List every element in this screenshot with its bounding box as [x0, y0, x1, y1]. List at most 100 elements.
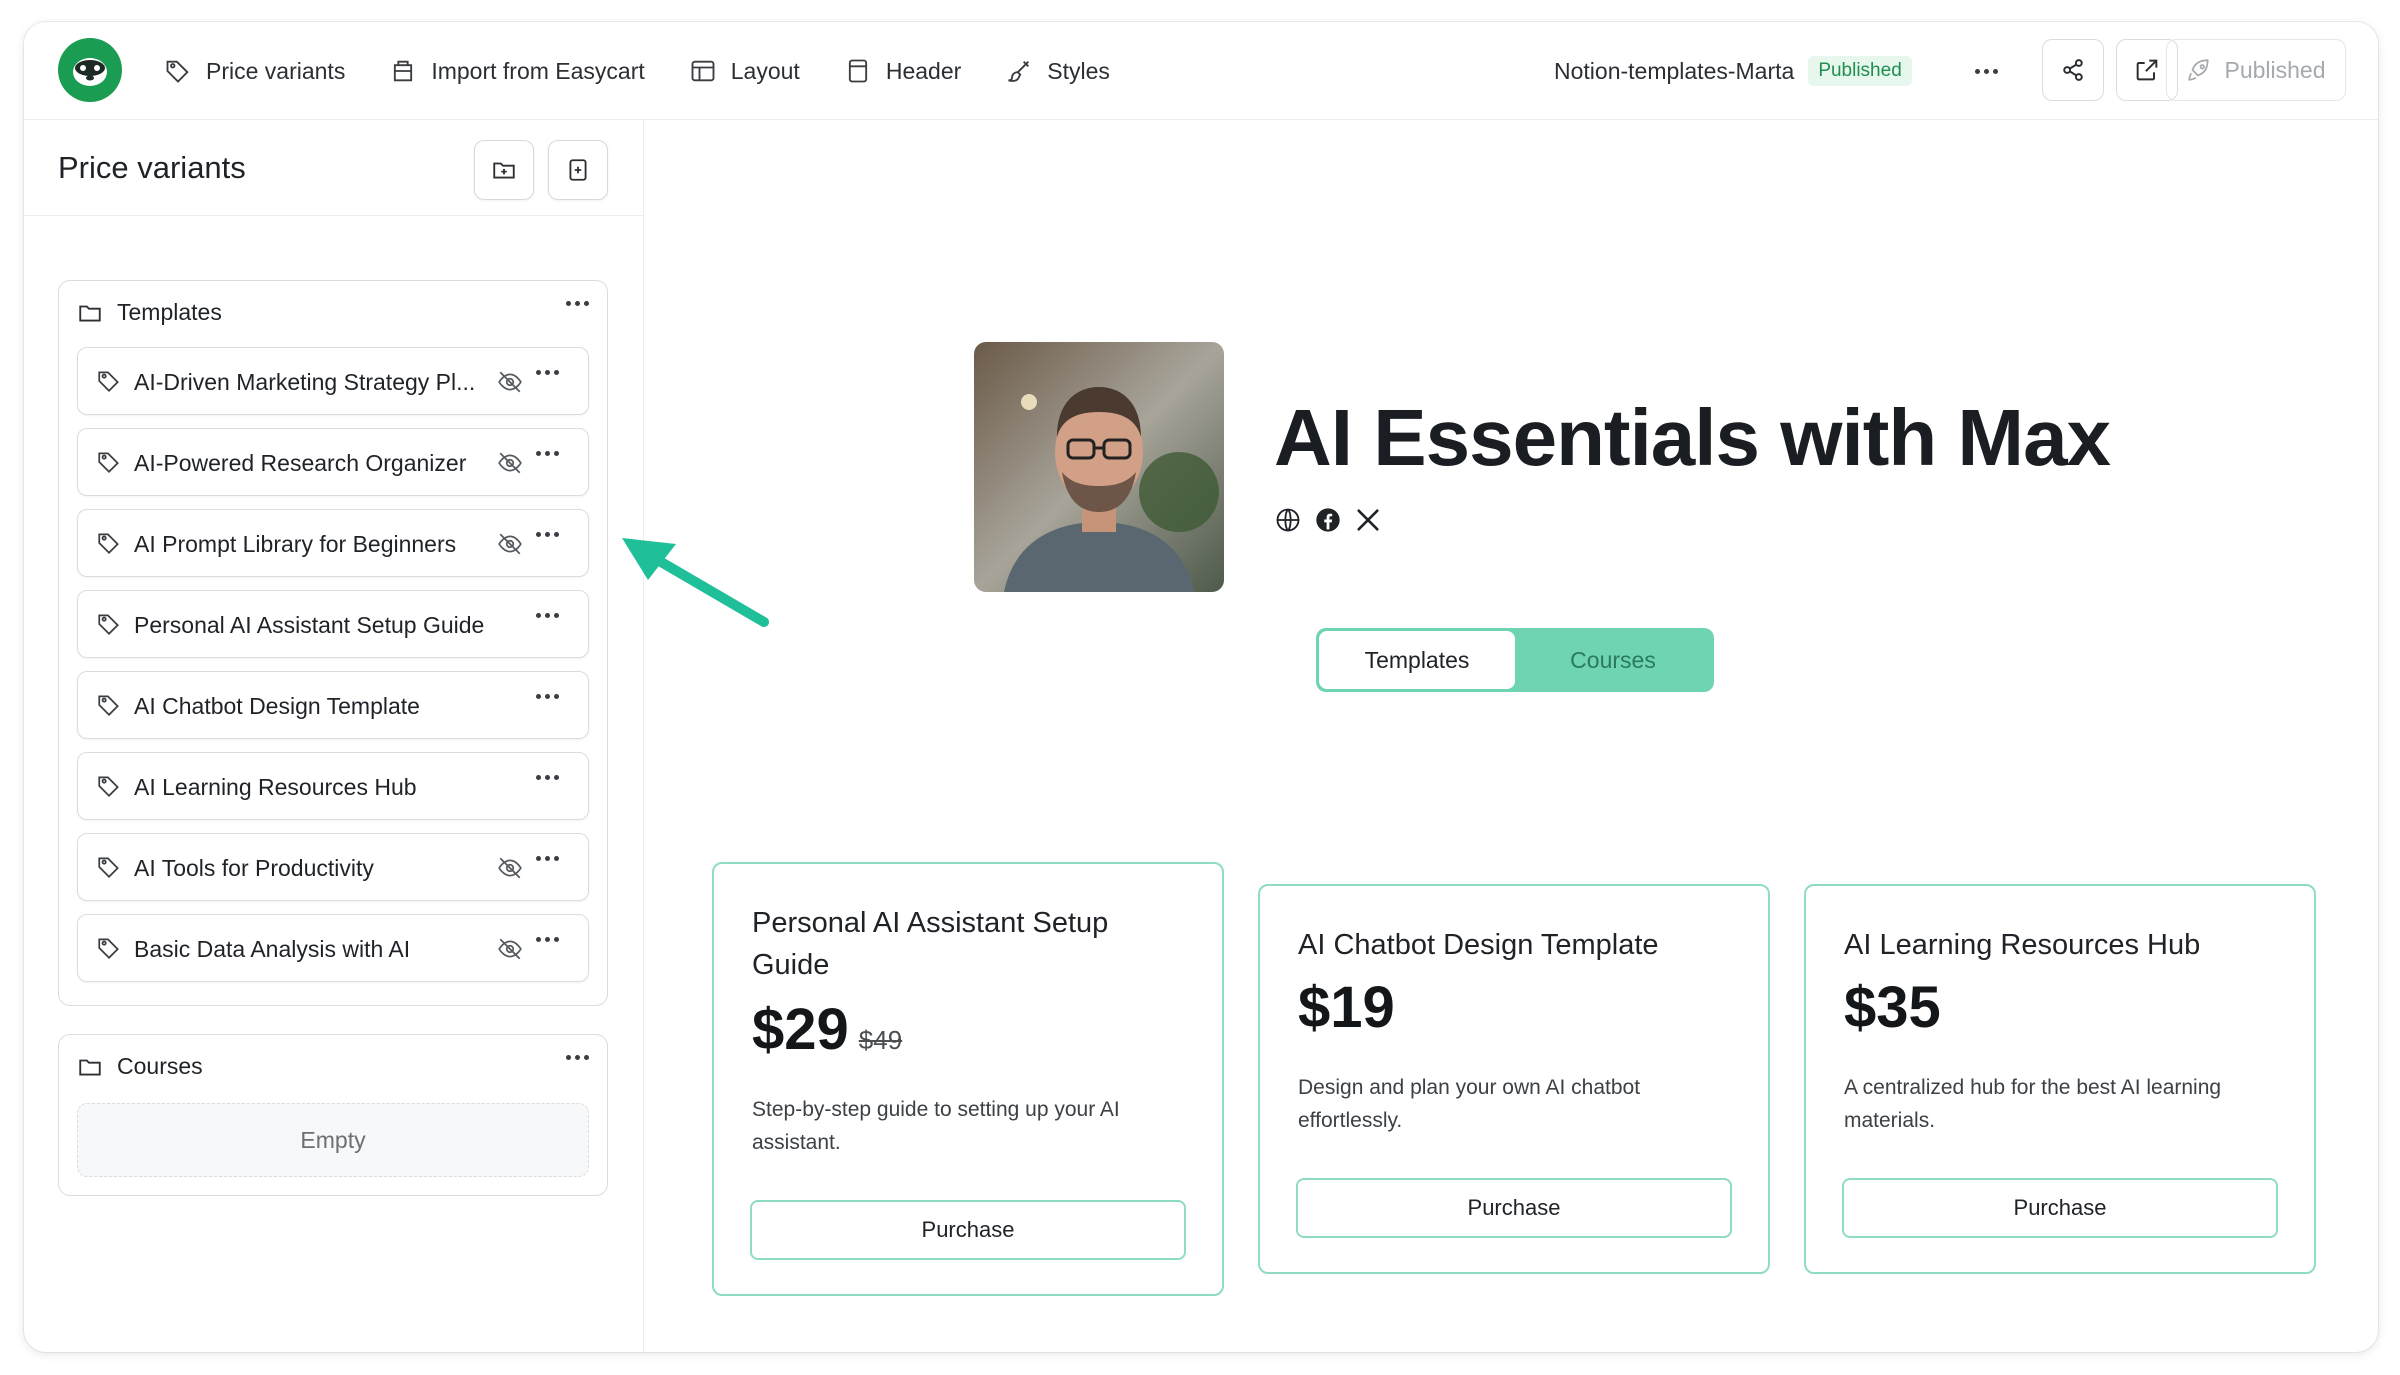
group-title: Templates [117, 299, 222, 325]
item-label: AI-Powered Research Organizer [134, 450, 467, 476]
rocket-icon [2188, 59, 2210, 81]
page-title: AI Essentials with Max [1274, 393, 2111, 482]
old-price: $49 [858, 1025, 903, 1055]
brush-icon [1008, 61, 1030, 82]
top-toolbar: Price variants Import from Easycart Layo… [24, 22, 2378, 120]
eye-off-icon[interactable] [496, 369, 524, 395]
sidebar-header: Price variants [24, 120, 643, 216]
item-more-icon[interactable] [536, 937, 559, 942]
group-templates: Templates AI-Driven Marketing Strategy P… [58, 280, 608, 1006]
import-icon [394, 60, 413, 82]
item-label: Personal AI Assistant Setup Guide [134, 612, 485, 638]
add-variant-button[interactable] [548, 140, 608, 200]
price-value: $35 [1844, 975, 1941, 1040]
header-icon [848, 59, 867, 83]
tab-templates[interactable]: Templates [1319, 631, 1515, 689]
list-item[interactable]: AI Learning Resources Hub [77, 752, 589, 820]
purchase-button[interactable]: Purchase [1842, 1178, 2278, 1238]
card-price: $35 [1844, 974, 1941, 1041]
item-label: AI-Driven Marketing Strategy Pl... [134, 369, 476, 395]
external-link-icon [2136, 59, 2158, 81]
list-item[interactable]: Personal AI Assistant Setup Guide [77, 590, 589, 658]
tag-icon [166, 60, 189, 83]
eye-off-icon[interactable] [496, 855, 524, 881]
top-nav: Price variants Import from Easycart Layo… [164, 22, 1110, 120]
group-header[interactable]: Courses [77, 1053, 203, 1080]
publish-button[interactable]: Published [2166, 39, 2346, 101]
arrow-icon [622, 538, 769, 627]
item-more-icon[interactable] [536, 370, 559, 375]
item-more-icon[interactable] [536, 694, 559, 699]
tag-icon [98, 614, 119, 635]
site-selector[interactable]: Notion-templates-Marta Published [1554, 22, 1912, 120]
empty-placeholder: Empty [77, 1103, 589, 1177]
card-title: AI Chatbot Design Template [1298, 929, 1659, 961]
card-title: AI Learning Resources Hub [1844, 929, 2201, 961]
folder-icon [79, 1059, 101, 1076]
share-button[interactable] [2042, 39, 2104, 101]
list-item[interactable]: AI-Powered Research Organizer [77, 428, 589, 496]
nav-header[interactable]: Header [844, 57, 961, 85]
tag-icon [98, 695, 119, 716]
item-label: AI Prompt Library for Beginners [134, 531, 457, 557]
purchase-button[interactable]: Purchase [1296, 1178, 1732, 1238]
tag-icon [98, 938, 119, 959]
eye-off-icon[interactable] [496, 450, 524, 476]
item-label: Basic Data Analysis with AI [134, 936, 411, 962]
share-icon [2063, 59, 2083, 81]
nav-label: Styles [1047, 57, 1110, 84]
item-more-icon[interactable] [536, 856, 559, 861]
social-links [1274, 506, 1382, 534]
card-price: $29 $49 [752, 996, 902, 1063]
folder-icon [79, 305, 101, 322]
sidebar-title: Price variants [58, 150, 246, 185]
nav-label: Import from Easycart [431, 57, 645, 84]
card-title: Personal AI Assistant Setup Guide [752, 907, 1109, 982]
item-more-icon[interactable] [536, 775, 559, 780]
category-tabs: Templates Courses [1316, 628, 1714, 692]
group-more-icon[interactable] [566, 301, 589, 306]
group-title: Courses [117, 1053, 203, 1079]
x-twitter-icon[interactable] [1354, 506, 1382, 534]
item-more-icon[interactable] [536, 451, 559, 456]
add-folder-button[interactable] [474, 140, 534, 200]
file-plus-icon [569, 159, 587, 181]
publish-label: Published [2224, 56, 2326, 83]
list-item[interactable]: AI-Driven Marketing Strategy Pl... [77, 347, 589, 415]
nav-label: Layout [730, 57, 800, 84]
nav-styles[interactable]: Styles [1005, 57, 1110, 85]
tag-icon [98, 371, 119, 392]
product-card: AI Learning Resources Hub $35 A centrali… [1804, 884, 2316, 1274]
item-more-icon[interactable] [536, 532, 559, 537]
item-label: AI Tools for Productivity [134, 855, 374, 881]
list-item[interactable]: AI Prompt Library for Beginners [77, 509, 589, 577]
tag-icon [98, 857, 119, 878]
tag-icon [98, 452, 119, 473]
facebook-icon[interactable] [1314, 506, 1342, 534]
item-more-icon[interactable] [536, 613, 559, 618]
item-label: AI Chatbot Design Template [134, 693, 420, 719]
nav-label: Price variants [206, 57, 346, 84]
layout-icon [691, 60, 715, 82]
nav-price-variants[interactable]: Price variants [164, 57, 345, 85]
globe-icon[interactable] [1274, 506, 1302, 534]
card-description: A centralized hub for the best AI learni… [1844, 1076, 2222, 1132]
group-more-icon[interactable] [566, 1055, 589, 1060]
status-badge: Published [1808, 56, 1912, 86]
card-description: Design and plan your own AI chatbot effo… [1298, 1076, 1641, 1132]
purchase-button[interactable]: Purchase [750, 1200, 1186, 1260]
list-item[interactable]: AI Tools for Productivity [77, 833, 589, 901]
list-item[interactable]: AI Chatbot Design Template [77, 671, 589, 739]
eye-off-icon[interactable] [496, 531, 524, 557]
eye-off-icon[interactable] [496, 936, 524, 962]
price-value: $29 [752, 997, 849, 1062]
group-header[interactable]: Templates [77, 299, 222, 326]
app-window: Price variants Import from Easycart Layo… [24, 22, 2378, 1352]
card-description: Step-by-step guide to setting up your AI… [752, 1098, 1120, 1154]
nav-import-easycart[interactable]: Import from Easycart [389, 57, 645, 85]
nav-layout[interactable]: Layout [689, 57, 800, 85]
brand-logo-icon[interactable] [58, 38, 122, 102]
list-item[interactable]: Basic Data Analysis with AI [77, 914, 589, 982]
tab-courses[interactable]: Courses [1515, 631, 1711, 689]
more-options-icon[interactable] [1966, 55, 2006, 87]
